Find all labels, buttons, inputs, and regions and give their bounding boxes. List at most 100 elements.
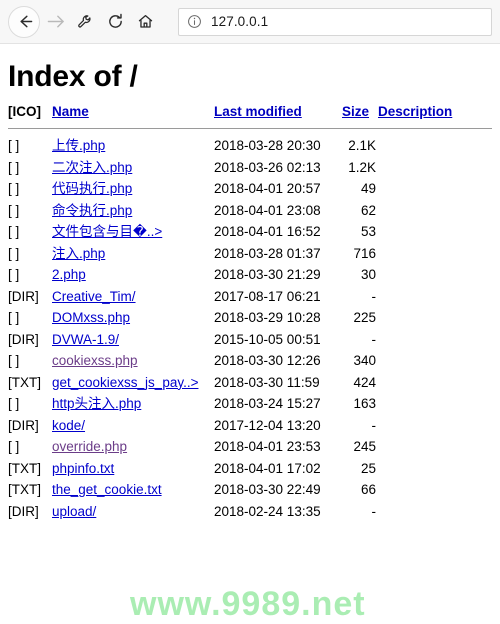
- info-circle-icon[interactable]: [187, 14, 202, 29]
- page-title: Index of /: [8, 60, 138, 93]
- header-divider: [8, 128, 492, 129]
- file-link[interactable]: http头注入.php: [52, 396, 141, 411]
- row-description-cell: [378, 307, 492, 329]
- reload-button[interactable]: [100, 7, 130, 37]
- row-size-cell: 716: [353, 245, 376, 261]
- file-link[interactable]: DOMxss.php: [52, 310, 130, 325]
- directory-index-table: [ICO] Name Last modified Size Descriptio…: [8, 104, 492, 522]
- generic-file-icon: [ ]: [8, 267, 20, 282]
- column-header-name[interactable]: Name: [52, 104, 214, 125]
- row-size-cell: 424: [353, 374, 376, 390]
- row-last-modified-cell: 2018-04-01 23:53: [214, 439, 321, 454]
- row-icon-cell: [ ]: [8, 135, 52, 157]
- row-size-cell: 25: [360, 460, 376, 476]
- column-header-size[interactable]: Size: [342, 104, 378, 125]
- sort-by-name-link[interactable]: Name: [52, 104, 89, 119]
- row-name-cell: override.php: [52, 436, 214, 458]
- row-last-modified-cell: 2017-08-17 06:21: [214, 288, 321, 304]
- file-link[interactable]: Creative_Tim/: [52, 289, 136, 304]
- file-link[interactable]: 二次注入.php: [52, 160, 132, 175]
- row-size-cell: 30: [360, 267, 376, 282]
- wrench-icon: [77, 14, 93, 30]
- file-link[interactable]: the_get_cookie.txt: [52, 482, 162, 497]
- text-file-icon: [TXT]: [8, 374, 41, 390]
- file-link[interactable]: cookiexss.php: [52, 353, 138, 368]
- file-link[interactable]: 注入.php: [52, 246, 105, 261]
- generic-file-icon: [ ]: [8, 439, 20, 454]
- row-icon-cell: [ ]: [8, 178, 52, 200]
- forward-button[interactable]: [40, 7, 70, 37]
- table-row: [TXT] the_get_cookie.txt 2018-03-30 22:49 6…: [8, 479, 492, 501]
- row-last-modified-cell: 2018-02-24 13:35: [214, 503, 321, 519]
- row-icon-cell: [ ]: [8, 393, 52, 415]
- tools-button[interactable]: [70, 7, 100, 37]
- file-link[interactable]: 上传.php: [52, 138, 105, 153]
- file-link[interactable]: phpinfo.txt: [52, 461, 114, 476]
- table-row: [ ] DOMxss.php 2018-03-29 10:28 225: [8, 307, 492, 329]
- row-name-cell: cookiexss.php: [52, 350, 214, 372]
- row-icon-cell: [TXT]: [8, 372, 52, 394]
- row-name-cell: upload/: [52, 501, 214, 523]
- row-name-cell: 文件包含与目�..>: [52, 221, 214, 243]
- sort-by-last-modified-link[interactable]: Last modified: [214, 104, 302, 119]
- sort-by-description-link[interactable]: Description: [378, 104, 452, 119]
- table-row: [ ] cookiexss.php 2018-03-30 12:26 340: [8, 350, 492, 372]
- sort-by-size-link[interactable]: Size: [342, 104, 369, 119]
- row-size-cell: 1.2K: [348, 159, 376, 175]
- row-last-modified-cell: 2018-04-01 16:52: [214, 224, 321, 239]
- address-bar[interactable]: 127.0.0.1: [178, 7, 492, 36]
- row-icon-cell: [TXT]: [8, 458, 52, 480]
- row-name-cell: the_get_cookie.txt: [52, 479, 214, 501]
- generic-file-icon: [ ]: [8, 396, 20, 411]
- table-row: [DIR] Creative_Tim/2017-08-17 06:21 -: [8, 286, 492, 308]
- folder-icon: [DIR]: [8, 331, 39, 347]
- row-icon-cell: [DIR]: [8, 286, 52, 308]
- row-name-cell: 代码执行.php: [52, 178, 214, 200]
- row-name-cell: 命令执行.php: [52, 200, 214, 222]
- file-link[interactable]: 命令执行.php: [52, 203, 132, 218]
- row-last-modified-cell: 2018-03-29 10:28: [214, 310, 321, 325]
- file-link[interactable]: upload/: [52, 504, 96, 519]
- url-bar-container: 127.0.0.1: [178, 7, 492, 36]
- column-header-description[interactable]: Description: [378, 104, 492, 125]
- file-link[interactable]: DVWA-1.9/: [52, 332, 119, 347]
- file-link[interactable]: get_cookiexss_js_pay..>: [52, 375, 198, 390]
- watermark-text: www.9989.net: [130, 585, 366, 623]
- table-row: [DIR] kode/2017-12-04 13:20 -: [8, 415, 492, 437]
- file-link[interactable]: 2.php: [52, 267, 86, 282]
- row-last-modified-cell: 2018-03-30 11:59: [214, 374, 320, 390]
- back-button[interactable]: [8, 5, 40, 38]
- row-icon-cell: [ ]: [8, 436, 52, 458]
- file-link[interactable]: 文件包含与目�..>: [52, 224, 162, 239]
- table-row: [TXT] phpinfo.txt 2018-04-01 17:02 25: [8, 458, 492, 480]
- directory-rows: [ ] 上传.php 2018-03-28 20:30 2.1K [ ] 二次注入.php…: [8, 135, 492, 522]
- home-button[interactable]: [130, 7, 160, 37]
- generic-file-icon: [ ]: [8, 202, 20, 218]
- row-size-cell: 49: [360, 181, 376, 196]
- row-name-cell: kode/: [52, 415, 214, 437]
- table-row: [ ] override.php 2018-04-01 23:53 245: [8, 436, 492, 458]
- row-description-cell: [378, 501, 492, 523]
- file-link[interactable]: override.php: [52, 439, 127, 454]
- row-icon-cell: [ ]: [8, 221, 52, 243]
- file-link[interactable]: 代码执行.php: [52, 181, 132, 196]
- folder-icon: [DIR]: [8, 288, 39, 304]
- row-size-cell: 245: [353, 439, 376, 454]
- file-link[interactable]: kode/: [52, 418, 85, 433]
- table-row: [ ] 命令执行.php 2018-04-01 23:08 62: [8, 200, 492, 222]
- column-header-icon-label: [ICO]: [8, 104, 41, 119]
- folder-icon: [DIR]: [8, 503, 39, 519]
- row-name-cell: http头注入.php: [52, 393, 214, 415]
- generic-file-icon: [ ]: [8, 353, 20, 368]
- row-icon-cell: [ ]: [8, 350, 52, 372]
- row-name-cell: DOMxss.php: [52, 307, 214, 329]
- header-divider-row: [8, 125, 492, 135]
- row-size-cell: 225: [353, 310, 376, 325]
- row-name-cell: 注入.php: [52, 243, 214, 265]
- row-description-cell: [378, 264, 492, 286]
- column-header-last-modified[interactable]: Last modified: [214, 104, 342, 125]
- row-size-cell: 163: [353, 396, 376, 411]
- row-last-modified-cell: 2018-04-01 23:08: [214, 202, 321, 218]
- row-description-cell: [378, 372, 492, 394]
- row-last-modified-cell: 2018-03-28 20:30: [214, 138, 321, 153]
